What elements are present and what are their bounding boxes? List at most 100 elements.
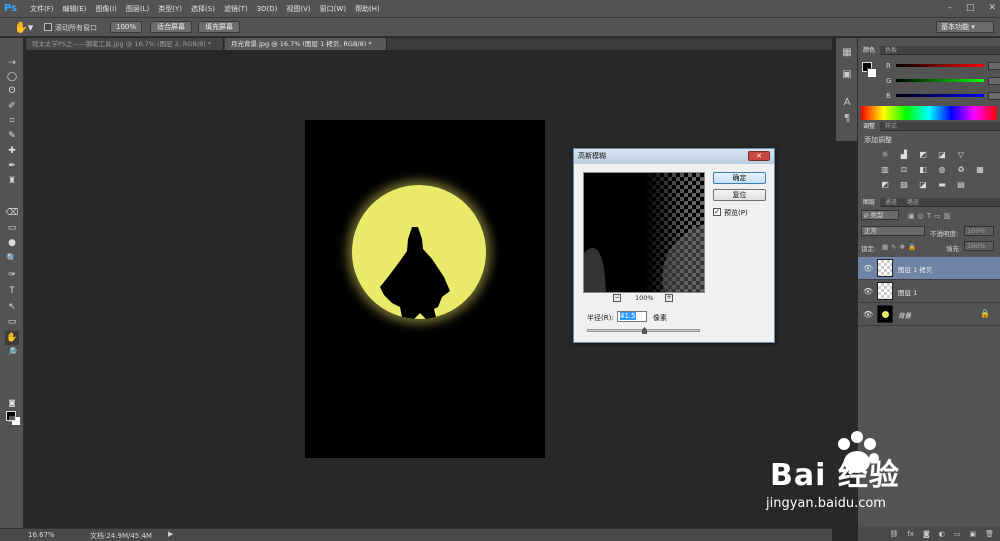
zoom-tool-icon[interactable]: 🔎 — [5, 346, 19, 360]
tab-styles[interactable]: 样式 — [880, 122, 902, 131]
tab-paths[interactable]: 路径 — [902, 198, 924, 207]
fx-icon[interactable]: fx — [907, 530, 914, 538]
eyedropper-icon[interactable]: ✎ — [5, 129, 19, 143]
menu-layer[interactable]: 图层(L) — [126, 4, 149, 14]
lock-icons[interactable]: ▦✎✥🔒 — [882, 243, 919, 251]
type-tool-icon[interactable]: T — [5, 284, 19, 298]
menu-3d[interactable]: 3D(D) — [257, 5, 278, 13]
minimize-button[interactable]: – — [947, 3, 952, 13]
tab-color[interactable]: 颜色 — [858, 46, 881, 55]
lasso-icon[interactable]: ʘ — [5, 84, 19, 98]
tab-adjustments[interactable]: 调整 — [858, 122, 881, 131]
posterize-icon[interactable]: ▨ — [899, 180, 909, 190]
vibrance-icon[interactable]: ▽ — [956, 150, 966, 160]
ok-button[interactable]: 确定 — [713, 172, 766, 184]
status-menu-arrow-icon[interactable]: ▶ — [168, 530, 173, 538]
zoom-100-button[interactable]: 100% — [110, 21, 142, 33]
g-track[interactable] — [896, 79, 984, 82]
menu-file[interactable]: 文件(F) — [30, 4, 54, 14]
mixer-icon[interactable]: ♻ — [956, 165, 966, 175]
clone-stamp-icon[interactable]: ♜ — [5, 174, 19, 188]
mask-icon[interactable]: ◙ — [923, 530, 930, 538]
quick-mask-icon[interactable]: ◙ — [5, 396, 19, 410]
history-panel-icon[interactable]: ▦ — [840, 46, 854, 60]
menu-image[interactable]: 图像(I) — [95, 4, 117, 14]
layer-row[interactable]: 👁 图层 1 拷贝 — [858, 257, 1000, 280]
path-select-icon[interactable]: ↖ — [5, 300, 19, 314]
maximize-button[interactable]: □ — [966, 3, 975, 13]
color-bg-swatch[interactable] — [867, 68, 877, 78]
threshold-icon[interactable]: ◪ — [918, 180, 928, 190]
pen-icon[interactable]: ✑ — [5, 268, 19, 282]
healing-brush-icon[interactable]: ✚ — [5, 144, 19, 158]
move-tool-icon[interactable]: ⇢ — [5, 56, 19, 70]
visibility-eye-icon[interactable]: 👁 — [863, 264, 873, 273]
menu-filter[interactable]: 滤镜(T) — [224, 4, 248, 14]
fill-field[interactable]: 100% — [964, 241, 994, 251]
menu-select[interactable]: 选择(S) — [191, 4, 215, 14]
tab-channels[interactable]: 通道 — [880, 198, 902, 207]
fit-screen-button[interactable]: 适合屏幕 — [150, 21, 192, 33]
zoom-readout[interactable]: 16.67% — [28, 531, 55, 539]
close-window-button[interactable]: ✕ — [988, 3, 996, 13]
blend-mode-select[interactable]: 正常 — [861, 226, 925, 236]
new-layer-icon[interactable]: ▣ — [969, 530, 976, 538]
filter-icons[interactable]: ▣◎T▭▥ — [908, 212, 953, 220]
visibility-eye-icon[interactable]: 👁 — [863, 287, 873, 296]
zoom-in-button[interactable]: + — [665, 294, 673, 302]
layer-row[interactable]: 👁 图层 1 — [858, 280, 1000, 303]
b-value-field[interactable] — [988, 92, 1000, 100]
crop-icon[interactable]: ⌗ — [5, 114, 19, 128]
lookup-icon[interactable]: ▦ — [975, 165, 985, 175]
layer-row[interactable]: 👁 背景 🔒 — [858, 303, 1000, 326]
b-track[interactable] — [896, 94, 984, 97]
zoom-out-button[interactable]: − — [613, 294, 621, 302]
menu-view[interactable]: 视图(V) — [286, 4, 310, 14]
paragraph-panel-icon[interactable]: ¶ — [840, 112, 854, 126]
exposure-icon[interactable]: ◪ — [937, 150, 947, 160]
screen-mode-icon[interactable]: ▤ — [5, 412, 19, 426]
rectangle-icon[interactable]: ▭ — [5, 315, 19, 329]
blur-icon[interactable]: ● — [5, 236, 19, 250]
color-spectrum[interactable] — [861, 106, 997, 120]
dodge-icon[interactable]: 🔍 — [5, 252, 19, 266]
photo-filter-icon[interactable]: ◍ — [937, 165, 947, 175]
levels-icon[interactable]: ▟ — [899, 150, 909, 160]
balance-icon[interactable]: ⚖ — [899, 165, 909, 175]
curves-icon[interactable]: ◩ — [918, 150, 928, 160]
r-value-field[interactable] — [988, 62, 1000, 70]
group-icon[interactable]: ▭ — [954, 530, 961, 538]
visibility-eye-icon[interactable]: 👁 — [863, 310, 873, 319]
ellipse-marquee-icon[interactable]: ◯ — [5, 70, 19, 84]
r-track[interactable] — [896, 64, 984, 67]
tab-swatches[interactable]: 色板 — [880, 46, 902, 55]
menu-edit[interactable]: 编辑(E) — [63, 4, 87, 14]
radius-input[interactable]: 41.5 — [617, 311, 647, 322]
menu-type[interactable]: 类型(Y) — [158, 4, 182, 14]
g-value-field[interactable] — [988, 77, 1000, 85]
gradient-map-icon[interactable]: ▤ — [956, 180, 966, 190]
tab-document-2[interactable]: 月光背景.jpg @ 16.7% (图层 1 拷贝, RGB/8) * — [225, 38, 387, 50]
tab-layers[interactable]: 图层 — [858, 198, 881, 207]
properties-panel-icon[interactable]: ▣ — [840, 68, 854, 82]
hue-icon[interactable]: ▥ — [880, 165, 890, 175]
character-panel-icon[interactable]: A — [840, 96, 854, 110]
gradient-icon[interactable]: ▭ — [5, 221, 19, 235]
tab-document-1[interactable]: 程太太学PS之——钢笔工具.jpg @ 16.7% (图层 2, RGB/8) … — [26, 38, 224, 50]
brightness-icon[interactable]: ☼ — [880, 150, 890, 160]
adjust-layer-icon[interactable]: ◐ — [939, 530, 945, 538]
blur-preview[interactable] — [583, 172, 705, 293]
preview-checkbox[interactable]: ✓ — [713, 208, 721, 216]
bw-icon[interactable]: ◧ — [918, 165, 928, 175]
invert-icon[interactable]: ◩ — [880, 180, 890, 190]
opacity-field[interactable]: 100% — [964, 226, 994, 236]
kind-filter-select[interactable]: ρ 类型 — [861, 210, 899, 220]
hand-tool-icon[interactable]: ✋ — [5, 331, 19, 345]
trash-icon[interactable]: 🗑 — [985, 530, 994, 538]
link-icon[interactable]: ⛓ — [889, 530, 898, 538]
menu-window[interactable]: 窗口(W) — [320, 4, 346, 14]
reset-button[interactable]: 复位 — [713, 189, 766, 201]
eraser-icon[interactable]: ⌫ — [5, 206, 19, 220]
selective-color-icon[interactable]: ▬ — [937, 180, 947, 190]
brush-icon[interactable]: ✒ — [5, 159, 19, 173]
